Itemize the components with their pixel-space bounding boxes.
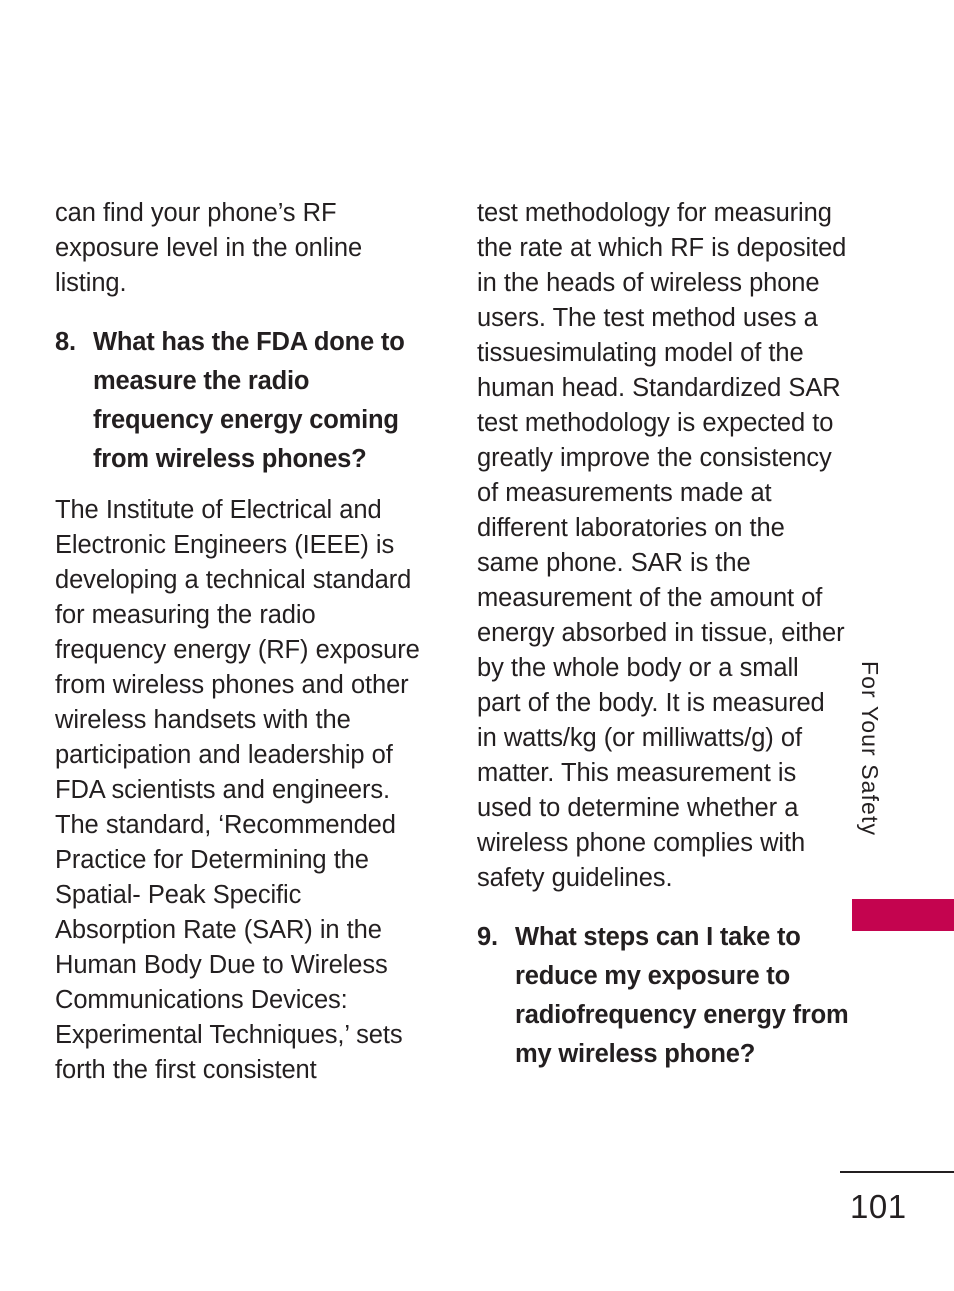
side-tab-color-marker	[852, 899, 954, 931]
paragraph-continuation: can find your phone’s RF exposure level …	[55, 199, 363, 297]
question-text: What steps can I take to reduce my expos…	[515, 923, 849, 1068]
text-column-right: test methodology for measuring the rate …	[477, 196, 849, 1088]
question-heading-9: 9. What steps can I take to reduce my exp…	[477, 918, 849, 1074]
question-number: 9.	[477, 923, 498, 951]
page-number: 101	[850, 1188, 907, 1225]
folio-rule	[840, 1171, 954, 1173]
side-tab: For Your Safety	[852, 655, 954, 900]
question-heading-8: 8. What has the FDA done to measure the r…	[55, 323, 427, 479]
question-text: What has the FDA done to measure the rad…	[93, 328, 405, 473]
paragraph-sar-methodology: test methodology for measuring the rate …	[477, 199, 847, 892]
question-number: 8.	[55, 328, 76, 356]
text-column-left: can find your phone’s RF exposure level …	[55, 196, 427, 1088]
document-page: can find your phone’s RF exposure level …	[0, 0, 954, 1291]
side-tab-label: For Your Safety	[857, 661, 883, 837]
paragraph-ieee-standard: The Institute of Electrical and Electron…	[55, 496, 420, 1084]
